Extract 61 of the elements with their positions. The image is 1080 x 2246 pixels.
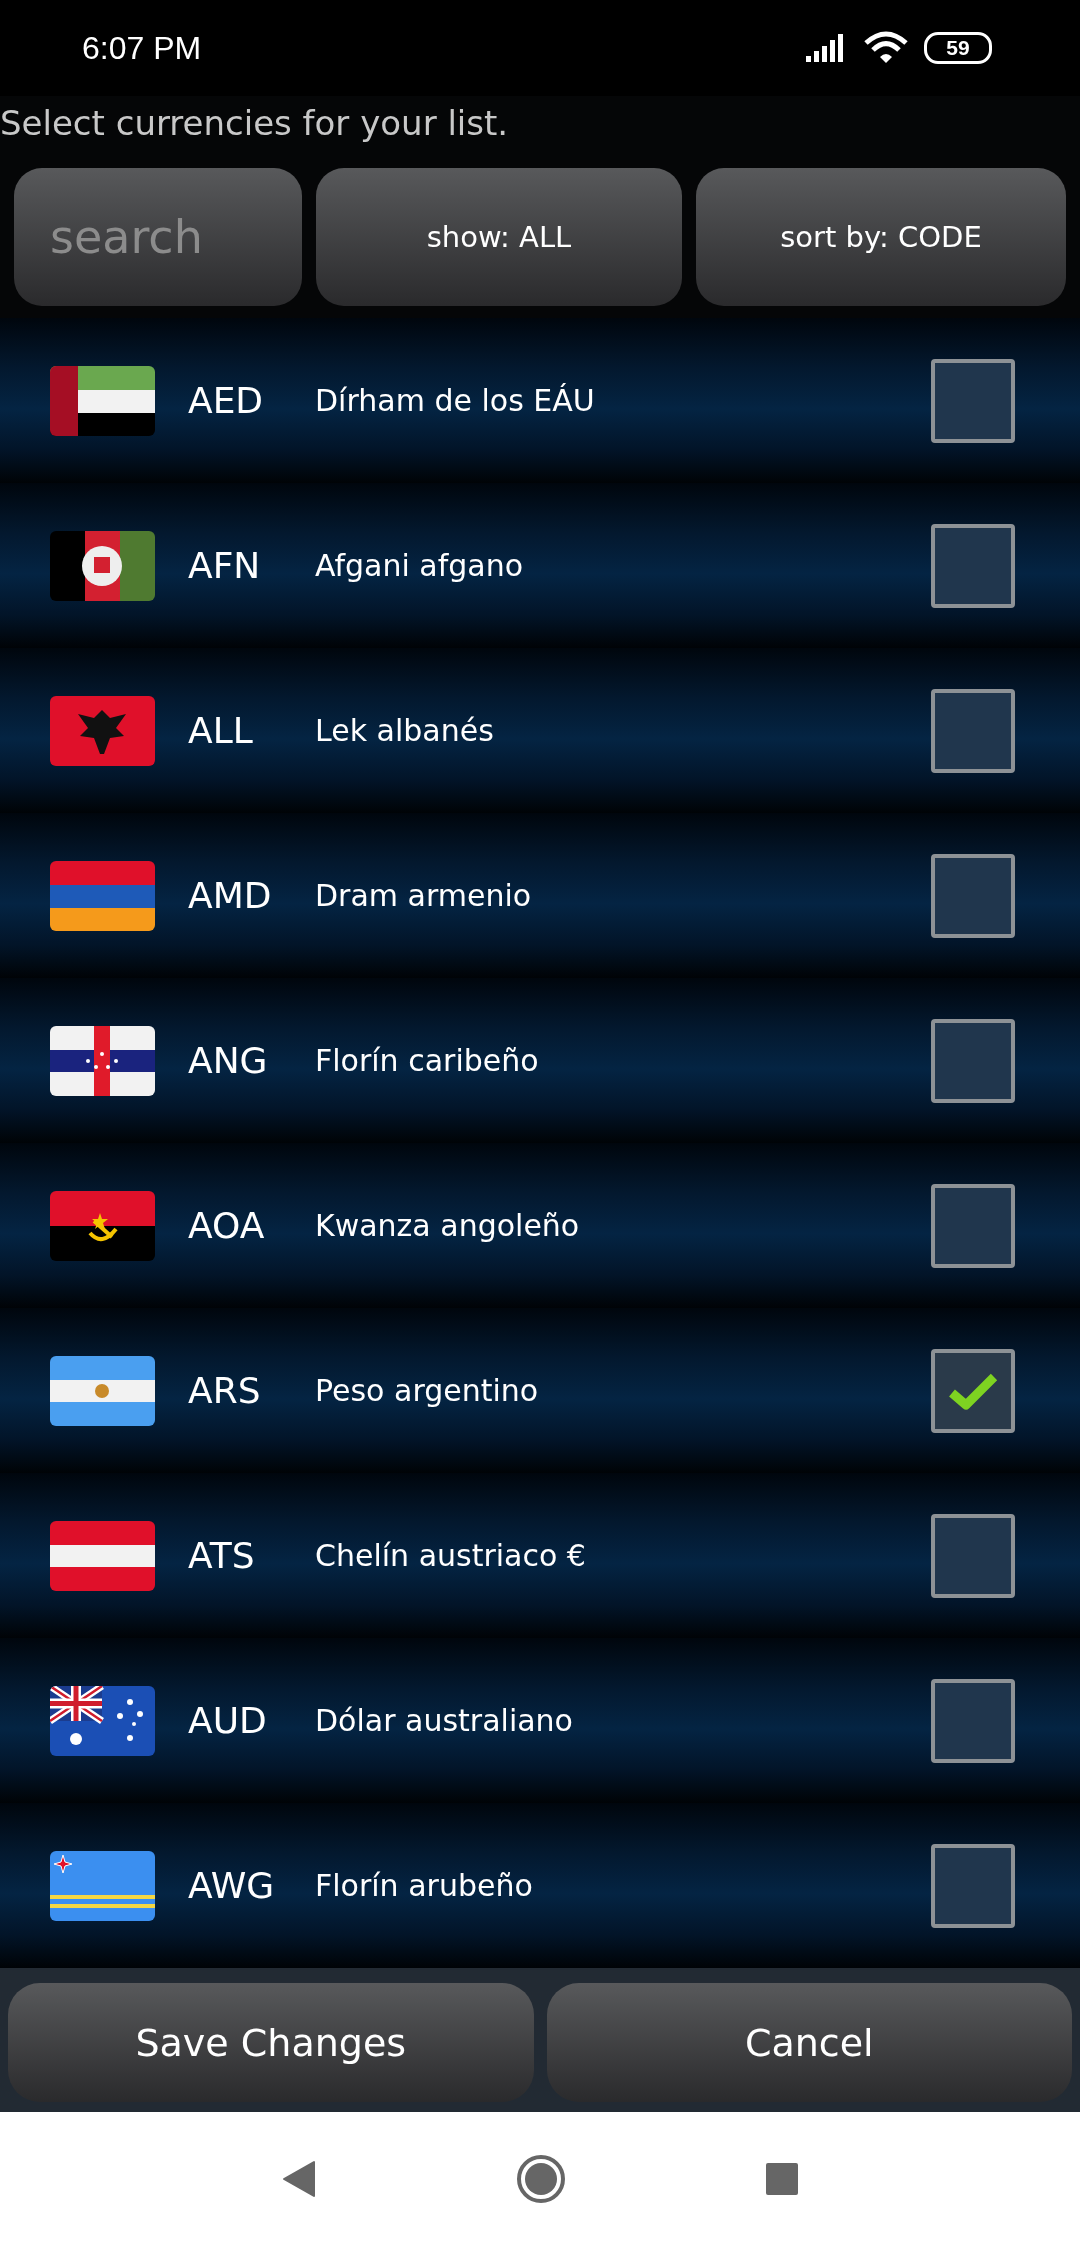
currency-name: Dram armenio (315, 878, 533, 913)
currency-name: Kwanza angoleño (315, 1208, 581, 1243)
checkbox[interactable] (931, 688, 1015, 773)
currency-code: ATS (188, 1535, 256, 1576)
instruction-text: Select currencies for your list. (0, 102, 510, 145)
currency-name: Dírham de los EÁU (315, 383, 596, 418)
currency-code: AWG (188, 1865, 276, 1906)
currency-code: AOA (188, 1205, 266, 1246)
flag-icon (50, 1025, 155, 1096)
currency-row[interactable]: ATS Chelín austriaco € (0, 1473, 1080, 1638)
currency-row[interactable]: ALL Lek albanés (0, 648, 1080, 813)
battery-icon: 59 (924, 32, 992, 64)
checkbox[interactable] (931, 1348, 1015, 1433)
currency-name: Dólar australiano (315, 1703, 574, 1738)
currency-code: AFN (188, 545, 262, 586)
flag-icon (50, 860, 155, 931)
flag-icon (50, 1685, 155, 1756)
currency-code: AMD (188, 875, 273, 916)
flag-icon (50, 1850, 155, 1921)
currency-code: ALL (188, 710, 254, 751)
currency-row[interactable]: AOA Kwanza angoleño (0, 1143, 1080, 1308)
flag-icon (50, 695, 155, 766)
currency-name: Lek albanés (315, 713, 495, 748)
currency-row[interactable]: ANG Florín caribeño (0, 978, 1080, 1143)
currency-row[interactable]: AUD Dólar australiano (0, 1638, 1080, 1803)
currency-row[interactable]: AED Dírham de los EÁU (0, 318, 1080, 483)
currency-row[interactable]: AMD Dram armenio (0, 813, 1080, 978)
checkbox[interactable] (931, 523, 1015, 608)
checkbox[interactable] (931, 853, 1015, 938)
checkbox[interactable] (931, 1513, 1015, 1598)
checkbox[interactable] (931, 1018, 1015, 1103)
currency-row[interactable]: AWG Florín arubeño (0, 1803, 1080, 1968)
cancel-button[interactable]: Cancel (546, 1983, 1072, 2102)
flag-icon (50, 530, 155, 601)
home-icon[interactable] (516, 2154, 566, 2204)
currency-code: AUD (188, 1700, 268, 1741)
wifi-icon (864, 31, 908, 65)
search-field[interactable]: search (14, 168, 302, 306)
currency-code: ANG (188, 1040, 269, 1081)
currency-row[interactable]: AFN Afgani afgano (0, 483, 1080, 648)
back-icon[interactable] (282, 2160, 316, 2198)
currency-row[interactable]: ARS Peso argentino (0, 1308, 1080, 1473)
flag-icon (50, 1355, 155, 1426)
flag-icon (50, 1190, 155, 1261)
currency-name: Chelín austriaco € (315, 1538, 587, 1573)
sort-button[interactable]: sort by: CODE (696, 168, 1066, 306)
currency-name: Florín caribeño (315, 1043, 540, 1078)
flag-icon (50, 1520, 155, 1591)
currency-name: Afgani afgano (315, 548, 525, 583)
save-button[interactable]: Save Changes (8, 1983, 534, 2102)
filter-button[interactable]: show: ALL (316, 168, 682, 306)
status-time: 6:07 PM (82, 29, 202, 67)
currency-code: ARS (188, 1370, 262, 1411)
checkbox[interactable] (931, 358, 1015, 443)
checkbox[interactable] (931, 1183, 1015, 1268)
checkbox[interactable] (931, 1843, 1015, 1928)
flag-icon (50, 365, 155, 436)
currency-name: Peso argentino (315, 1373, 540, 1408)
checkbox[interactable] (931, 1678, 1015, 1763)
currency-name: Florín arubeño (315, 1868, 534, 1903)
currency-code: AED (188, 380, 265, 421)
